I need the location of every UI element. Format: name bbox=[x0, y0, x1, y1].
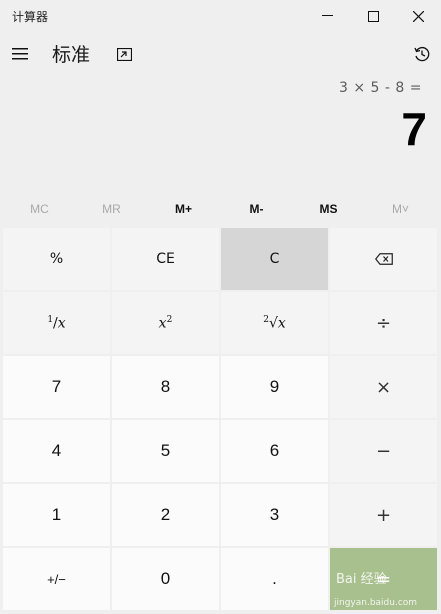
digit-4-button[interactable]: 4 bbox=[3, 420, 110, 482]
keep-on-top-icon bbox=[116, 47, 132, 61]
square-root-button[interactable]: 2√x bbox=[221, 292, 328, 354]
minus-button[interactable]: − bbox=[330, 420, 437, 482]
header: 标准 bbox=[0, 34, 441, 74]
reciprocal-numerator: 1 bbox=[47, 314, 54, 325]
digit-8-button[interactable]: 8 bbox=[112, 356, 219, 418]
history-icon bbox=[414, 46, 430, 62]
close-button[interactable] bbox=[395, 0, 441, 32]
memory-list-button[interactable]: M˅ bbox=[364, 196, 437, 222]
backspace-icon bbox=[374, 253, 393, 265]
digit-7-button[interactable]: 7 bbox=[3, 356, 110, 418]
memory-row: MC MR M+ M- MS M˅ bbox=[0, 196, 441, 222]
negate-button[interactable]: +/− bbox=[3, 548, 110, 610]
reciprocal-denominator: x bbox=[57, 315, 66, 332]
digit-0-button[interactable]: 0 bbox=[112, 548, 219, 610]
memory-store-button[interactable]: MS bbox=[292, 196, 365, 222]
digit-3-button[interactable]: 3 bbox=[221, 484, 328, 546]
navigation-menu-button[interactable] bbox=[8, 38, 32, 70]
result-display: 7 bbox=[401, 103, 427, 155]
baidu-watermark: Bai 经验 bbox=[336, 572, 387, 587]
memory-subtract-button[interactable]: M- bbox=[220, 196, 293, 222]
maximize-button[interactable] bbox=[350, 0, 396, 32]
minimize-button[interactable] bbox=[304, 0, 350, 32]
square-exponent: 2 bbox=[166, 314, 173, 325]
history-button[interactable] bbox=[408, 38, 436, 70]
clear-entry-button[interactable]: CE bbox=[112, 228, 219, 290]
square-base: x bbox=[158, 315, 167, 332]
digit-5-button[interactable]: 5 bbox=[112, 420, 219, 482]
close-icon bbox=[412, 10, 424, 22]
percent-button[interactable]: % bbox=[3, 228, 110, 290]
square-root-symbol: √x bbox=[268, 315, 286, 332]
keypad: % CE C 1/x x2 2√x ÷ 7 8 9 × 4 5 6 − 1 2 … bbox=[3, 228, 437, 610]
reciprocal-label: 1/x bbox=[47, 314, 66, 332]
minimize-icon bbox=[321, 15, 333, 16]
equals-button[interactable]: = Bai 经验 jingyan.baidu.com bbox=[330, 548, 437, 610]
digit-1-button[interactable]: 1 bbox=[3, 484, 110, 546]
memory-recall-button[interactable]: MR bbox=[75, 196, 148, 222]
backspace-button[interactable] bbox=[330, 228, 437, 290]
baidu-watermark-url: jingyan.baidu.com bbox=[334, 598, 418, 608]
app-title: 计算器 bbox=[12, 10, 49, 24]
square-label: x2 bbox=[159, 315, 173, 332]
clear-button[interactable]: C bbox=[221, 228, 328, 290]
plus-button[interactable]: + bbox=[330, 484, 437, 546]
digit-9-button[interactable]: 9 bbox=[221, 356, 328, 418]
title-bar: 计算器 bbox=[0, 0, 441, 32]
keep-on-top-button[interactable] bbox=[112, 38, 136, 70]
decimal-button[interactable]: . bbox=[221, 548, 328, 610]
mode-title: 标准 bbox=[52, 44, 91, 66]
memory-add-button[interactable]: M+ bbox=[147, 196, 220, 222]
expression-display: 3 × 5 - 8 = bbox=[339, 80, 422, 96]
maximize-icon bbox=[367, 10, 379, 22]
hamburger-icon bbox=[12, 48, 28, 60]
reciprocal-button[interactable]: 1/x bbox=[3, 292, 110, 354]
digit-6-button[interactable]: 6 bbox=[221, 420, 328, 482]
square-root-label: 2√x bbox=[263, 315, 286, 332]
memory-clear-button[interactable]: MC bbox=[3, 196, 76, 222]
divide-button[interactable]: ÷ bbox=[330, 292, 437, 354]
square-button[interactable]: x2 bbox=[112, 292, 219, 354]
digit-2-button[interactable]: 2 bbox=[112, 484, 219, 546]
multiply-button[interactable]: × bbox=[330, 356, 437, 418]
